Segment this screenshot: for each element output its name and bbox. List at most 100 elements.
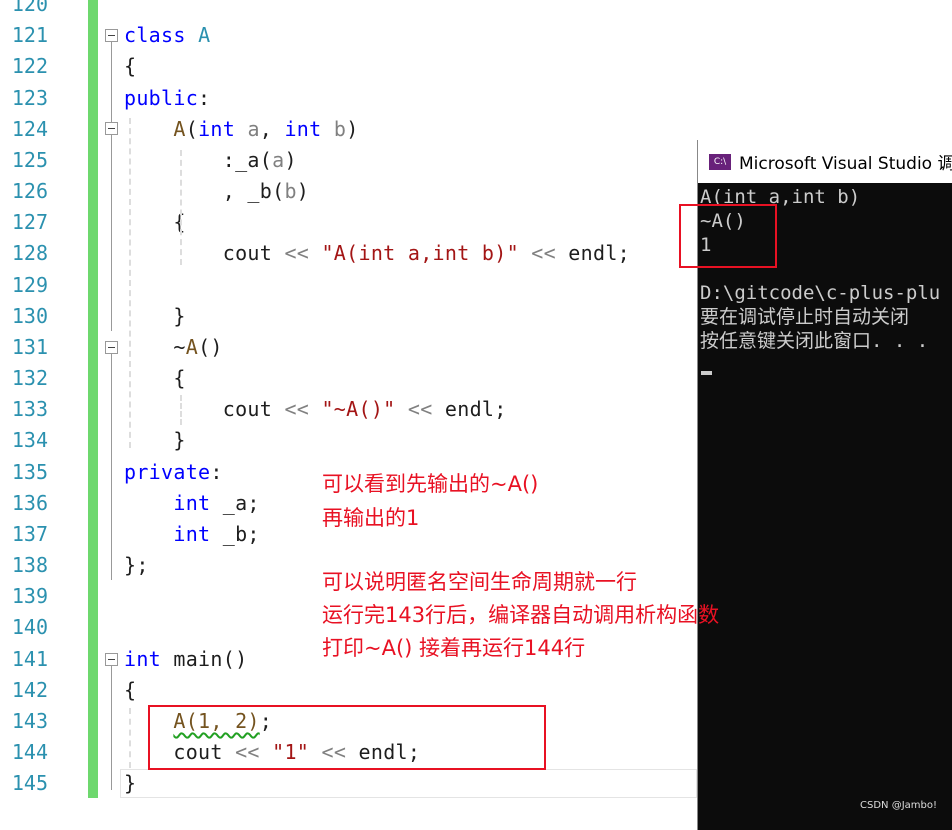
code-token: cout [124, 397, 285, 422]
code-line[interactable]: int _a; [124, 488, 260, 519]
console-line: 要在调试停止时自动关闭 [700, 306, 910, 328]
indent-guide [129, 708, 131, 768]
code-token: :_a( [124, 147, 273, 172]
code-line[interactable]: , _b(b) [124, 176, 309, 207]
code-token: } [124, 428, 186, 453]
fold-guide [111, 666, 112, 790]
code-token: ( [185, 116, 199, 141]
code-token: } [124, 771, 137, 796]
line-number: 141 [11, 646, 48, 671]
line-number: 122 [11, 54, 48, 79]
code-line[interactable]: ~A() [124, 332, 223, 363]
line-number: 130 [11, 303, 48, 328]
code-token: "~A()" [321, 397, 396, 422]
current-line-highlight [120, 769, 697, 798]
code-line[interactable]: A(int a, int b) [124, 114, 359, 145]
console-line: D:\gitcode\c-plus-plu [700, 282, 941, 304]
code-line[interactable]: { [124, 675, 136, 706]
code-token: a [272, 147, 285, 172]
collapse-main-icon[interactable] [105, 653, 118, 666]
watermark: CSDN @Jambo! [860, 800, 937, 811]
code-token: b [284, 179, 297, 204]
console-title-bar[interactable]: C:\ Microsoft Visual Studio 调 [698, 140, 952, 183]
code-line[interactable]: :_a(a) [124, 145, 297, 176]
code-line[interactable]: } [124, 425, 186, 456]
line-number: 143 [11, 708, 48, 733]
code-token: main() [161, 646, 248, 671]
line-number: 120 [11, 0, 48, 16]
code-token: private [124, 459, 211, 484]
collapse-class-icon[interactable] [105, 29, 118, 42]
code-token: << [284, 241, 310, 266]
code-token: _b; [210, 521, 260, 546]
collapse-constructor-icon[interactable] [105, 122, 118, 135]
code-token: { [124, 54, 137, 79]
code-token: cout [124, 241, 285, 266]
annotation-line: 运行完143行后，编译器自动调用析构函数 [322, 603, 720, 627]
line-number: 139 [11, 584, 48, 609]
code-token: public [124, 85, 199, 110]
console-line: 按任意键关闭此窗口. . . [700, 330, 929, 352]
code-token: A [173, 116, 186, 141]
code-token: int [173, 490, 211, 515]
code-line[interactable]: private: [124, 457, 223, 488]
highlight-box-console-output [679, 204, 777, 268]
code-token: A [185, 334, 199, 359]
code-token: { [124, 677, 137, 702]
code-token: int [198, 116, 236, 141]
code-token: : [198, 85, 211, 110]
code-token: , _b( [124, 179, 285, 204]
line-number: 140 [11, 615, 48, 640]
indent-guide [129, 118, 131, 448]
code-line[interactable]: int _b; [124, 519, 260, 550]
line-number: 142 [11, 677, 48, 702]
code-token: ) [296, 179, 310, 204]
line-number: 134 [11, 428, 48, 453]
line-number: 136 [11, 490, 48, 515]
code-token: }; [124, 553, 149, 578]
code-line[interactable]: public: [124, 83, 210, 114]
code-token: int [284, 116, 322, 141]
line-number: 132 [11, 366, 48, 391]
code-token: "A(int a,int b)" [321, 241, 519, 266]
code-line[interactable]: } [124, 768, 136, 799]
line-number: 124 [11, 116, 48, 141]
code-line[interactable]: { [124, 207, 186, 238]
fold-guide [111, 42, 112, 122]
code-token: { [124, 366, 186, 391]
code-token: { [124, 210, 186, 235]
code-line[interactable]: int main() [124, 644, 247, 675]
console-app-icon: C:\ [709, 153, 731, 170]
highlight-box-code [148, 705, 546, 770]
line-number: 138 [11, 553, 48, 578]
line-number: 144 [11, 740, 48, 765]
code-token: ~ [124, 334, 186, 359]
line-number: 129 [11, 272, 48, 297]
code-line[interactable]: class A [124, 20, 210, 51]
code-line[interactable]: { [124, 51, 136, 82]
code-token: int [173, 521, 211, 546]
code-line[interactable]: { [124, 363, 186, 394]
code-line[interactable]: } [124, 301, 186, 332]
fold-guide [111, 354, 112, 580]
code-token: ) [284, 147, 297, 172]
collapse-destructor-icon[interactable] [105, 341, 118, 354]
code-line[interactable]: }; [124, 550, 149, 581]
fold-guide [111, 135, 112, 331]
code-token: : [210, 459, 223, 484]
console-title: Microsoft Visual Studio 调 [739, 154, 952, 174]
line-number: 145 [11, 771, 48, 796]
code-line[interactable]: cout << "A(int a,int b)" << endl; [124, 238, 630, 269]
code-token: ) [346, 116, 359, 141]
code-token: _a; [210, 490, 260, 515]
annotation-line: 打印~A() 接着再运行144行 [322, 636, 586, 660]
